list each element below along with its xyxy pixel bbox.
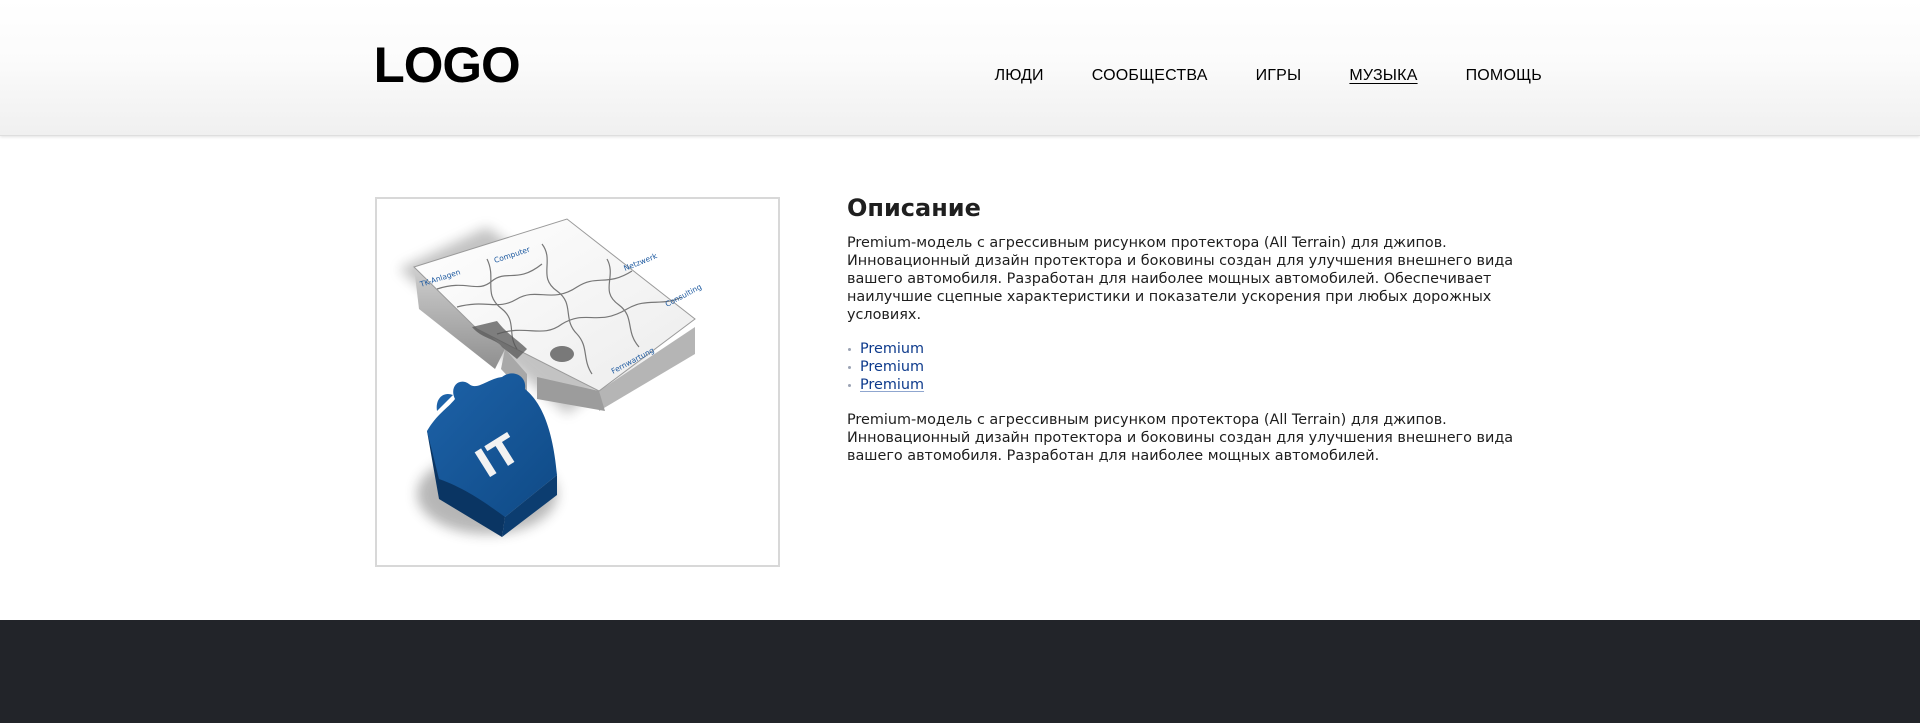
description-section: Описание Premium-модель с агрессивным ри… xyxy=(847,192,1547,465)
nav-item-people[interactable]: ЛЮДИ xyxy=(995,66,1044,86)
list-item: Premium xyxy=(847,358,1547,376)
site-logo[interactable]: LOGO xyxy=(374,38,521,92)
label-netzwerk: Netzwerk xyxy=(622,251,659,273)
site-footer xyxy=(0,620,1920,723)
description-heading: Описание xyxy=(847,194,981,222)
product-image: TK-Anlagen Computer Netzwerk Consulting … xyxy=(375,197,780,567)
nav-item-games[interactable]: ИГРЫ xyxy=(1256,66,1302,86)
nav-item-music[interactable]: МУЗЫКА xyxy=(1349,66,1417,86)
puzzle-illustration: TK-Anlagen Computer Netzwerk Consulting … xyxy=(399,218,704,537)
premium-link-1[interactable]: Premium xyxy=(860,341,924,357)
premium-link-2[interactable]: Premium xyxy=(860,359,924,375)
main-nav: ЛЮДИ СООБЩЕСТВА ИГРЫ МУЗЫКА ПОМОЩЬ xyxy=(995,66,1542,86)
list-item: Premium xyxy=(847,376,1547,394)
description-paragraph-2: Premium-модель с агрессивным рисунком пр… xyxy=(847,412,1514,464)
premium-link-3[interactable]: Premium xyxy=(860,377,924,393)
description-paragraph-1: Premium-модель с агрессивным рисунком пр… xyxy=(847,235,1514,323)
nav-item-help[interactable]: ПОМОЩЬ xyxy=(1466,66,1542,86)
nav-item-communities[interactable]: СООБЩЕСТВА xyxy=(1092,66,1208,86)
main-content: TK-Anlagen Computer Netzwerk Consulting … xyxy=(0,137,1920,620)
label-consulting: Consulting xyxy=(664,282,704,309)
site-header: LOGO ЛЮДИ СООБЩЕСТВА ИГРЫ МУЗЫКА ПОМОЩЬ xyxy=(0,0,1920,136)
premium-link-list: Premium Premium Premium xyxy=(847,340,1547,394)
list-item: Premium xyxy=(847,340,1547,358)
